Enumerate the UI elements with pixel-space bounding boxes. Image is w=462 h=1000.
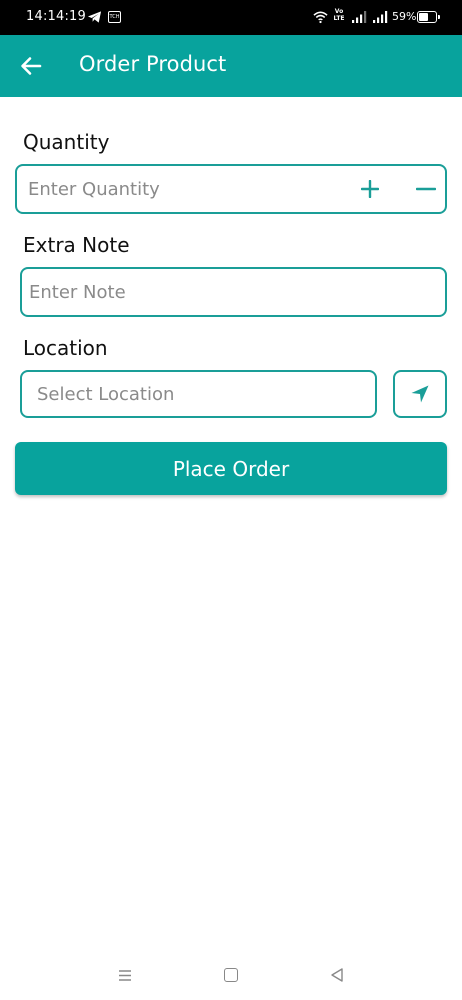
wifi-icon (313, 11, 328, 24)
extra-note-input[interactable] (29, 269, 429, 315)
plus-icon (361, 180, 379, 198)
signal-strength-icon (352, 11, 367, 23)
battery-percent: 59% (392, 10, 417, 23)
back-triangle-icon[interactable] (329, 967, 345, 983)
quantity-input[interactable] (28, 166, 328, 212)
back-button[interactable] (12, 47, 50, 85)
extra-note-field (20, 267, 447, 317)
battery-level-fill (419, 13, 428, 21)
location-input[interactable] (37, 372, 367, 416)
signal-strength-icon (373, 11, 388, 23)
app-bar: Order Product (0, 35, 462, 97)
page-title: Order Product (79, 52, 227, 76)
decrement-quantity-button[interactable] (411, 176, 441, 202)
location-label: Location (23, 336, 108, 360)
navigation-arrow-icon (411, 385, 429, 403)
status-time: 14:14:19 (26, 9, 86, 24)
quantity-label: Quantity (23, 130, 110, 154)
current-location-button[interactable] (393, 370, 447, 418)
battery-icon (417, 11, 440, 23)
location-field (20, 370, 377, 418)
volte-icon: Vo LTE (333, 8, 345, 22)
extra-note-label: Extra Note (23, 233, 130, 257)
minus-icon (416, 187, 436, 191)
telegram-icon (87, 11, 102, 23)
quantity-field (15, 164, 447, 214)
arrow-left-icon (21, 57, 42, 75)
status-bar: 14:14:19 TCH Vo LTE 59% (0, 0, 462, 35)
place-order-button[interactable]: Place Order (15, 442, 447, 495)
notification-badge-icon: TCH (108, 11, 121, 23)
system-nav-bar (0, 955, 462, 1000)
increment-quantity-button[interactable] (355, 176, 385, 202)
home-icon[interactable] (224, 968, 238, 982)
menu-icon[interactable] (117, 968, 133, 983)
